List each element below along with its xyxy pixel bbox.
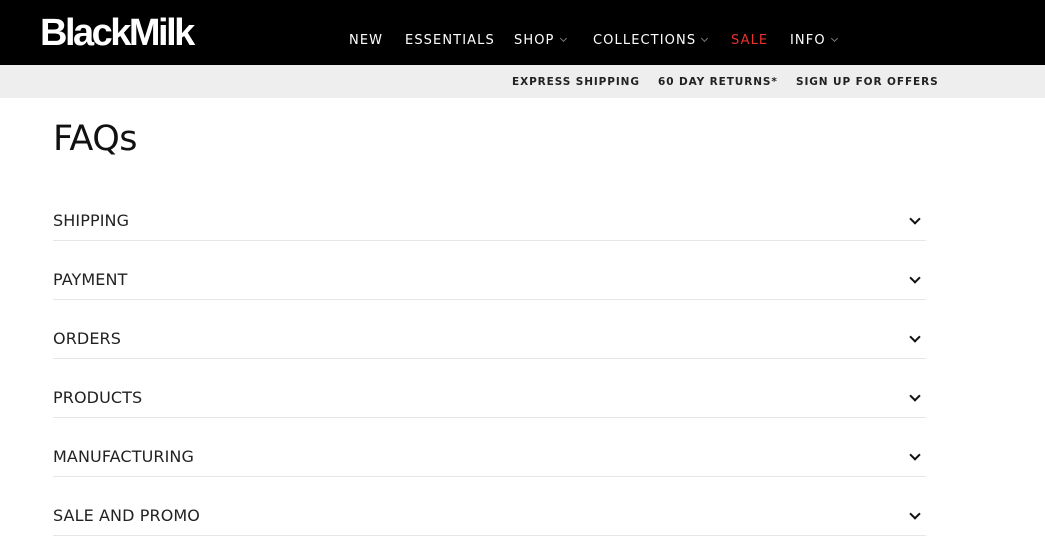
nav-item-label: SHOP — [514, 33, 555, 48]
nav-item-shop[interactable]: SHOP — [514, 33, 567, 48]
chevron-down-icon — [909, 331, 921, 343]
nav-item-label: NEW — [349, 33, 384, 48]
page-title: FAQs — [53, 119, 138, 159]
faq-section-label: SALE AND PROMO — [53, 506, 200, 525]
site-header: BlackMilk NEW ESSENTIALS SHOP COLLECTION… — [0, 0, 1045, 65]
chevron-down-icon — [701, 34, 709, 43]
nav-item-collections[interactable]: COLLECTIONS — [593, 33, 709, 48]
nav-item-label: INFO — [790, 33, 826, 48]
promo-bar: EXPRESS SHIPPING 60 DAY RETURNS* SIGN UP… — [0, 65, 1045, 98]
chevron-down-icon — [909, 449, 921, 461]
chevron-down-icon — [909, 390, 921, 402]
faq-section-sale-and-promo[interactable]: SALE AND PROMO — [53, 477, 926, 536]
nav-item-label: COLLECTIONS — [593, 33, 697, 48]
faq-list: SHIPPING PAYMENT ORDERS PRODUCTS MANUFAC… — [53, 182, 926, 536]
chevron-down-icon — [909, 213, 921, 225]
faq-section-orders[interactable]: ORDERS — [53, 300, 926, 359]
nav-item-label: ESSENTIALS — [405, 33, 495, 48]
nav-item-essentials[interactable]: ESSENTIALS — [405, 33, 495, 48]
faq-section-label: SHIPPING — [53, 211, 130, 230]
nav-item-label: SALE — [731, 33, 769, 48]
faq-section-label: PAYMENT — [53, 270, 128, 289]
faq-section-shipping[interactable]: SHIPPING — [53, 182, 926, 241]
chevron-down-icon — [830, 34, 838, 43]
sign-up-offers-link[interactable]: SIGN UP FOR OFFERS — [796, 76, 939, 88]
blackmilk-logo[interactable]: BlackMilk — [40, 14, 195, 52]
chevron-down-icon — [909, 272, 921, 284]
faq-section-label: MANUFACTURING — [53, 447, 194, 466]
nav-item-sale[interactable]: SALE — [731, 33, 768, 48]
faq-section-label: PRODUCTS — [53, 388, 143, 407]
faq-section-label: ORDERS — [53, 329, 122, 348]
chevron-down-icon — [559, 34, 567, 43]
chevron-down-icon — [909, 508, 921, 520]
faq-section-products[interactable]: PRODUCTS — [53, 359, 926, 418]
returns-link[interactable]: 60 DAY RETURNS* — [658, 76, 778, 88]
faq-section-manufacturing[interactable]: MANUFACTURING — [53, 418, 926, 477]
nav-item-info[interactable]: INFO — [790, 33, 838, 48]
faq-section-payment[interactable]: PAYMENT — [53, 241, 926, 300]
nav-item-new[interactable]: NEW — [349, 33, 383, 48]
express-shipping-link[interactable]: EXPRESS SHIPPING — [512, 76, 640, 88]
